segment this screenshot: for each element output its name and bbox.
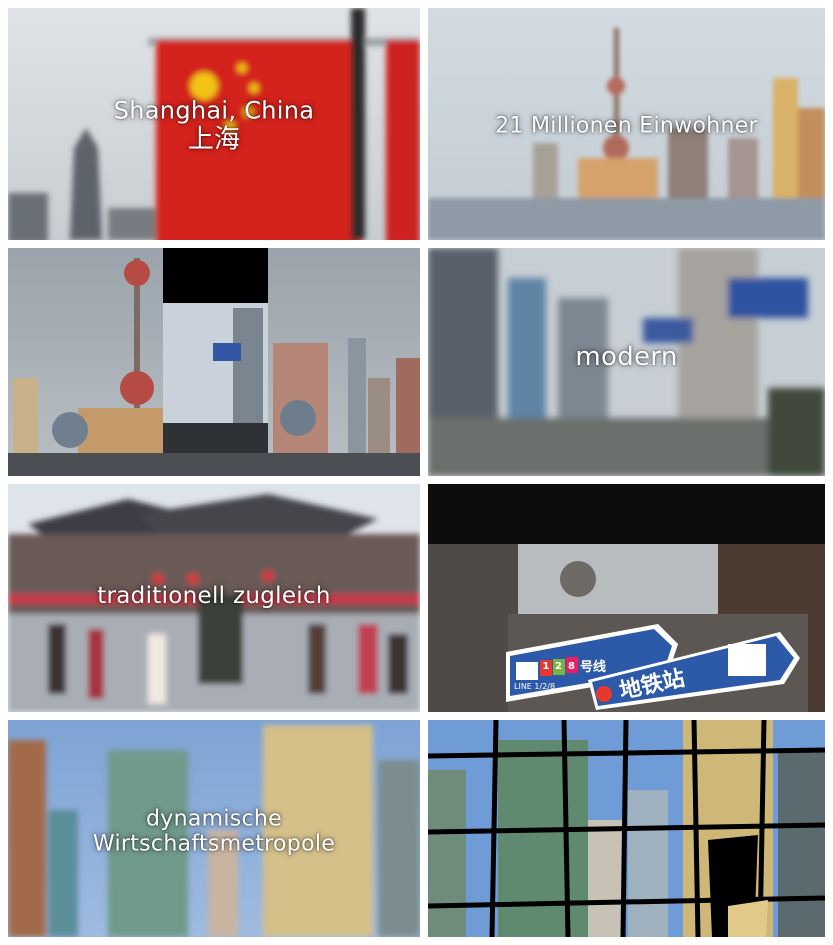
caption: modern [428,342,825,373]
caption-line-1: dynamische [146,806,282,832]
frame-traditional: traditionell zugleich [8,484,420,712]
scene-towers-shattered [428,720,825,937]
caption-line-1: Shanghai, China [113,96,315,125]
sign-hao-text: 号线 [580,660,607,675]
frame-shattered-towers [428,720,825,937]
sign-number-2: 2 [555,661,562,672]
sign-number-1: 1 [542,661,550,672]
sign-number-8: 8 [568,661,575,672]
caption-line-2: Wirtschaftsmetropole [92,832,336,857]
frame-modern: modern [428,248,825,476]
caption-line-1: 21 Millionen Einwohner [495,113,758,139]
caption-line-1: traditionell zugleich [97,582,331,609]
scene-skyline-collage [8,248,420,476]
sign-line-text: LINE 1/2/8 [514,682,556,691]
sign-line-numbers: 128 [540,661,578,672]
frame-transition-collage [8,248,420,476]
caption-line-1: modern [575,342,678,373]
caption: 21 Millionen Einwohner [428,113,825,138]
caption: Shanghai, China 上海 [8,97,420,154]
frame-population: 21 Millionen Einwohner [428,8,825,240]
frame-dynamic-metropolis: dynamische Wirtschaftsmetropole [8,720,420,937]
video-frame-grid: Shanghai, China 上海 21 Millionen Einwohne… [0,0,833,945]
caption-line-2: 上海 [187,123,241,154]
caption: dynamische Wirtschaftsmetropole [8,807,420,858]
frame-metro-street: LINE 1/2/8 128 号线 地铁站 [428,484,825,712]
caption: traditionell zugleich [8,583,420,609]
frame-shanghai-china: Shanghai, China 上海 [8,8,420,240]
